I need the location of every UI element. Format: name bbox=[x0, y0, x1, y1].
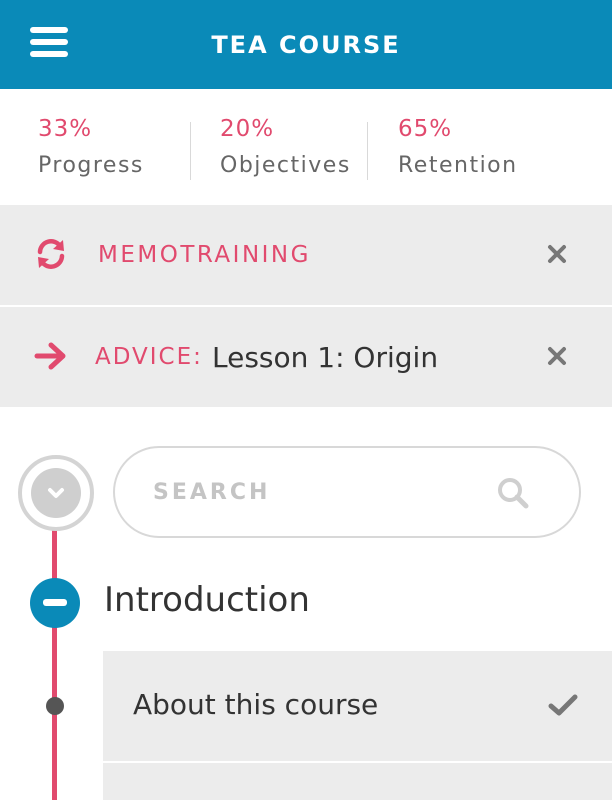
stat-objectives-label: Objectives bbox=[220, 153, 351, 178]
app-header: TEA COURSE bbox=[0, 0, 612, 89]
timeline-node bbox=[46, 697, 64, 715]
section-collapse-button[interactable] bbox=[30, 578, 80, 628]
stats-bar: 33% Progress 20% Objectives 65% Retentio… bbox=[0, 89, 612, 204]
stats-divider bbox=[367, 122, 368, 180]
timeline-line bbox=[52, 528, 57, 800]
advice-banner[interactable]: ADVICE: Lesson 1: Origin bbox=[0, 307, 612, 407]
lesson-item[interactable]: About this course bbox=[103, 651, 612, 761]
close-icon[interactable] bbox=[546, 345, 568, 367]
hamburger-menu-icon[interactable] bbox=[30, 26, 68, 58]
collapse-toggle-button[interactable] bbox=[18, 455, 94, 531]
advice-label: ADVICE: bbox=[95, 344, 203, 370]
checkmark-icon bbox=[548, 694, 578, 716]
close-icon[interactable] bbox=[546, 243, 568, 265]
chevron-down-icon bbox=[48, 488, 64, 498]
stat-retention-value: 65% bbox=[398, 116, 453, 142]
toggle-inner bbox=[31, 468, 81, 518]
search-bar[interactable] bbox=[113, 446, 581, 538]
lesson-item[interactable] bbox=[103, 763, 612, 800]
stat-retention-label: Retention bbox=[398, 153, 518, 178]
arrow-right-icon bbox=[34, 342, 66, 370]
memotraining-label: MEMOTRAINING bbox=[98, 242, 311, 268]
stats-divider bbox=[190, 122, 191, 180]
refresh-icon bbox=[37, 239, 65, 269]
search-icon[interactable] bbox=[495, 475, 531, 511]
stat-objectives-value: 20% bbox=[220, 116, 275, 142]
advice-lesson-link[interactable]: Lesson 1: Origin bbox=[212, 341, 438, 374]
stat-progress-value: 33% bbox=[38, 116, 93, 142]
memotraining-banner[interactable]: MEMOTRAINING bbox=[0, 205, 612, 305]
page-title: TEA COURSE bbox=[211, 30, 401, 59]
search-input[interactable] bbox=[153, 470, 483, 514]
lesson-title: About this course bbox=[133, 688, 379, 721]
section-title: Introduction bbox=[104, 580, 310, 620]
stat-progress-label: Progress bbox=[38, 153, 144, 178]
